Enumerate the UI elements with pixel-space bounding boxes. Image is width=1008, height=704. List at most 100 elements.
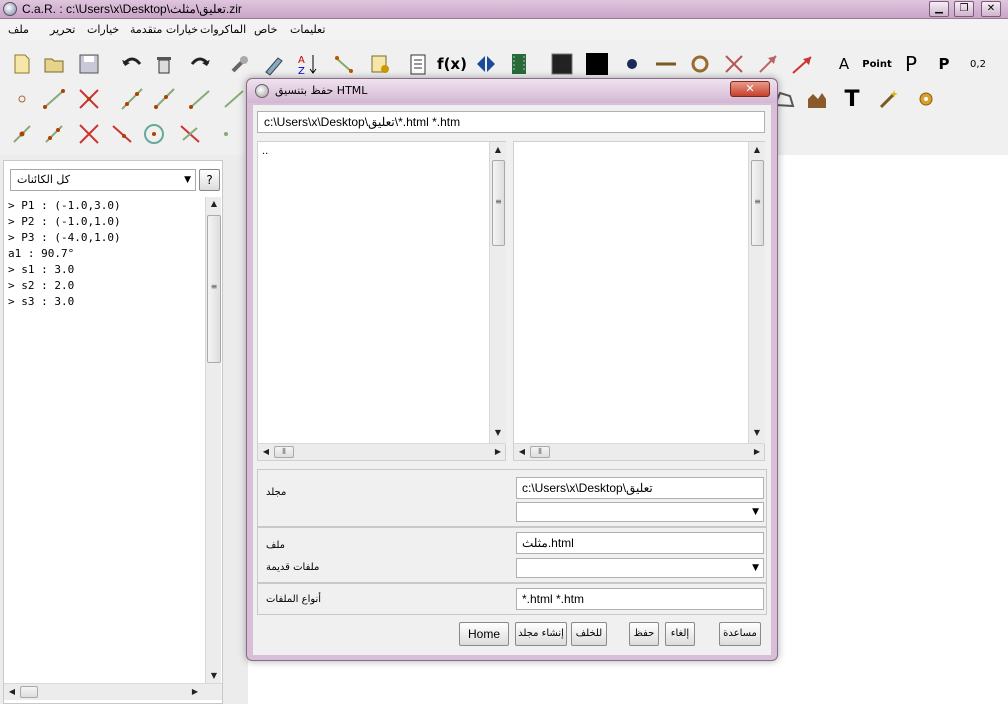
circle-tool-icon[interactable] [140,120,168,148]
undo-icon[interactable] [118,50,146,78]
folder-history-select[interactable]: ▼ [516,502,764,522]
parallel-line-icon[interactable] [220,85,248,113]
minimize-button[interactable]: ▁ [929,1,949,17]
redo-icon[interactable] [186,50,214,78]
scroll-thumb[interactable] [20,686,38,698]
edit-icon[interactable] [260,50,288,78]
animation-icon[interactable] [506,50,534,78]
perpendicular-icon[interactable] [40,120,68,148]
point-label-small-icon[interactable]: P [930,50,958,78]
help-button[interactable]: ? [199,169,220,191]
point-label-large-icon[interactable]: P [897,50,925,78]
list-item[interactable]: > P3 : (-4.0,1.0) [8,230,204,246]
save-icon[interactable] [75,50,103,78]
list-item[interactable]: > s3 : 3.0 [8,294,204,310]
point-name-icon[interactable]: Point [862,50,892,78]
scroll-up-icon[interactable]: ▲ [750,145,764,154]
path-input[interactable]: c:\Users\x\Desktop\تعليق\*.html *.htm [257,111,765,133]
list-item[interactable]: > s2 : 2.0 [8,278,204,294]
folder-field[interactable]: c:\Users\x\Desktop\تعليق [516,477,764,499]
line-icon[interactable] [118,85,146,113]
object-filter-select[interactable]: كل الكائنات ▼ [10,169,196,191]
fixed-segment-icon[interactable] [186,85,214,113]
menu-advanced-options[interactable]: خيارات متقدمة [130,23,198,36]
label-point-icon[interactable]: A [830,50,858,78]
midpoint-icon[interactable] [8,120,36,148]
old-files-select[interactable]: ▼ [516,558,764,578]
scroll-thumb[interactable]: ≡ [492,160,505,246]
notepad-icon[interactable] [404,50,432,78]
scroll-left-icon[interactable]: ◀ [259,447,273,456]
magic-wand-icon[interactable] [875,85,903,113]
file-vertical-scrollbar[interactable]: ▲ ≡ ▼ [748,142,765,444]
menu-help[interactable]: تعليمات [290,23,325,36]
settings-gear-icon[interactable] [912,85,940,113]
reflect-icon[interactable] [472,50,500,78]
hide-object-icon[interactable] [330,50,358,78]
angle-bisector-icon[interactable] [108,120,136,148]
point-size-icon[interactable] [618,50,646,78]
scroll-left-icon[interactable]: ◀ [5,687,19,696]
arrow-icon[interactable] [788,50,816,78]
scroll-up-icon[interactable]: ▲ [207,199,221,208]
scroll-down-icon[interactable]: ▼ [491,428,505,437]
close-button[interactable]: ✕ [981,1,1001,17]
text-tool-icon[interactable]: T [838,85,866,113]
line-thickness-icon[interactable] [652,50,680,78]
scroll-left-icon[interactable]: ◀ [515,447,529,456]
save-button[interactable]: حفظ [629,622,659,646]
fill-color-icon[interactable] [548,50,576,78]
new-file-icon[interactable] [8,50,36,78]
menu-special[interactable]: خاص [254,23,277,36]
scroll-thumb[interactable]: ⦀ [274,446,294,458]
dialog-close-button[interactable]: ✕ [730,81,770,97]
maximize-button[interactable]: ❐ [954,1,974,17]
back-button[interactable]: للخلف [571,622,607,646]
file-horizontal-scrollbar[interactable]: ◀ ⦀ ▶ [514,443,764,460]
cancel-button[interactable]: إلغاء [665,622,695,646]
menu-file[interactable]: ملف [8,23,29,36]
list-item[interactable]: > P2 : (-1.0,1.0) [8,214,204,230]
function-icon[interactable]: f(x) [437,50,467,78]
menu-options[interactable]: خيارات [87,23,119,36]
properties-icon[interactable] [366,50,394,78]
object-list-vertical-scrollbar[interactable]: ▲ ≡ ▼ [205,197,221,684]
transform-icon[interactable] [720,50,748,78]
list-item[interactable]: a1 : 90.7° [8,246,204,262]
scroll-right-icon[interactable]: ▶ [491,447,505,456]
sort-icon[interactable]: AZ [294,50,322,78]
wrench-icon[interactable] [226,50,254,78]
list-item[interactable]: > s1 : 3.0 [8,262,204,278]
directory-horizontal-scrollbar[interactable]: ◀ ⦀ ▶ [258,443,505,460]
ray-icon[interactable] [150,85,178,113]
house-icon[interactable] [803,85,831,113]
scroll-up-icon[interactable]: ▲ [491,145,505,154]
scroll-thumb[interactable]: ≡ [207,215,221,363]
circle-style-icon[interactable] [686,50,714,78]
segment-icon[interactable] [40,85,68,113]
object-list-horizontal-scrollbar[interactable]: ◀ ▶ [4,683,222,700]
open-folder-icon[interactable] [40,50,68,78]
coordinates-icon[interactable]: 0,2 [964,50,992,78]
vector-icon[interactable] [754,50,782,78]
scroll-thumb[interactable]: ≡ [751,160,764,246]
help-dialog-button[interactable]: مساعدة [719,622,761,646]
file-types-field[interactable]: *.html *.htm [516,588,764,610]
cross-lines-icon[interactable] [75,120,103,148]
menu-macros[interactable]: الماكروات [200,23,246,36]
file-name-field[interactable]: مثلث.html [516,532,764,554]
scroll-right-icon[interactable]: ▶ [750,447,764,456]
new-folder-button[interactable]: إنشاء مجلد [515,622,567,646]
locus-icon[interactable] [212,120,240,148]
tangent-line-icon[interactable] [176,120,204,148]
list-item[interactable]: > P1 : (-1.0,3.0) [8,198,204,214]
delete-icon[interactable] [150,50,178,78]
scroll-down-icon[interactable]: ▼ [207,671,221,680]
list-item[interactable]: .. [262,146,268,157]
scroll-down-icon[interactable]: ▼ [750,428,764,437]
solid-color-icon[interactable] [583,50,611,78]
home-button[interactable]: Home [459,622,509,646]
point-icon[interactable] [8,85,36,113]
scroll-thumb[interactable]: ⦀ [530,446,550,458]
scroll-right-icon[interactable]: ▶ [188,687,202,696]
